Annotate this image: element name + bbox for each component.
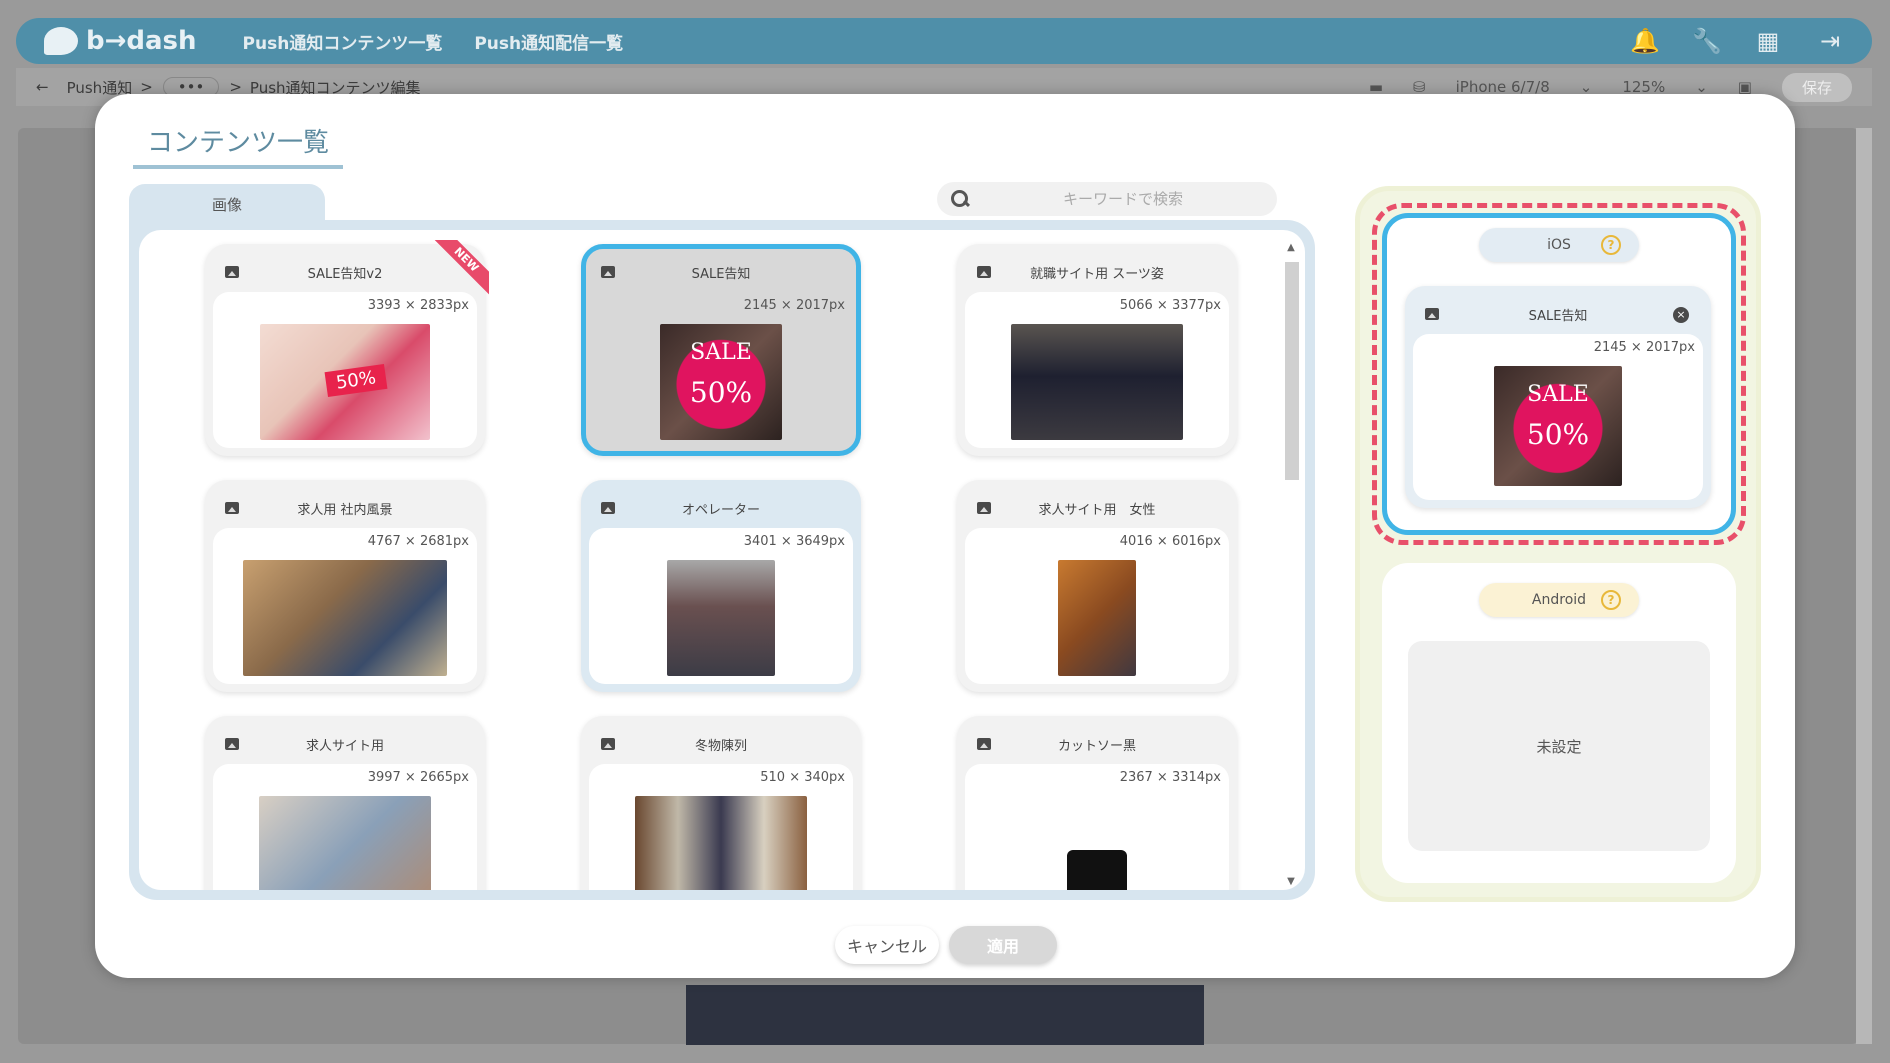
- content-card[interactable]: 求人サイト用 3997 × 2665px: [205, 716, 485, 890]
- save-button[interactable]: 保存: [1781, 72, 1852, 102]
- ios-label-text: iOS: [1547, 237, 1571, 253]
- card-size: 2367 × 3314px: [1119, 770, 1221, 785]
- empty-slot-text: 未設定: [1536, 737, 1582, 756]
- platform-preview-panel: iOS ? SALE告知 × 2145 × 2017px SALE 50% An…: [1355, 186, 1761, 902]
- card-thumbnail: 50%: [260, 324, 430, 440]
- android-slot[interactable]: Android ? 未設定: [1382, 563, 1736, 883]
- help-icon[interactable]: ?: [1601, 235, 1621, 255]
- card-name: カットソー黒: [1057, 738, 1136, 754]
- search-input[interactable]: [969, 190, 1277, 208]
- card-thumbnail: [259, 796, 431, 890]
- card-size: 2145 × 2017px: [1593, 340, 1695, 355]
- card-size: 3401 × 3649px: [743, 534, 845, 549]
- card-size: 5066 × 3377px: [1119, 298, 1221, 313]
- search-icon: [951, 190, 969, 208]
- card-thumbnail: [667, 560, 775, 676]
- card-name: 求人用 社内風景: [297, 502, 393, 518]
- grid-scrollbar[interactable]: ▲ ▼: [1283, 240, 1299, 890]
- thumb-sale-text: SALE: [690, 340, 752, 365]
- android-label-text: Android: [1531, 592, 1587, 608]
- content-card-selected[interactable]: SALE告知 2145 × 2017px SALE 50%: [581, 244, 861, 456]
- app-header: b→dash Push通知コンテンツ一覧 Push通知配信一覧 🔔 🔧 ▦ ⇥: [16, 18, 1872, 64]
- card-thumbnail: [1058, 560, 1136, 676]
- logo-bubble-icon: [44, 27, 78, 55]
- app-logo[interactable]: b→dash: [44, 26, 197, 56]
- scroll-up-icon[interactable]: ▲: [1283, 240, 1299, 256]
- content-card[interactable]: 求人用 社内風景 4767 × 2681px: [205, 480, 485, 692]
- card-thumbnail: [243, 560, 447, 676]
- nav-push-contents[interactable]: Push通知コンテンツ一覧: [243, 29, 443, 54]
- card-thumbnail: [1011, 324, 1183, 440]
- modal-title: コンテンツ一覧: [133, 122, 344, 169]
- card-size: 3393 × 2833px: [367, 298, 469, 313]
- card-thumbnail: [1067, 850, 1127, 890]
- card-size: 2145 × 2017px: [743, 298, 845, 313]
- cancel-button[interactable]: キャンセル: [835, 926, 939, 964]
- apply-button[interactable]: 適用: [949, 926, 1057, 964]
- tab-image[interactable]: 画像: [129, 184, 325, 224]
- editor-preview-block: [686, 985, 1204, 1045]
- content-card[interactable]: 求人サイト用 女性 4016 × 6016px: [957, 480, 1237, 692]
- card-name: 就職サイト用 スーツ姿: [1030, 266, 1164, 282]
- page-scrollbar[interactable]: [1856, 128, 1872, 1044]
- card-name: SALE告知v2: [307, 266, 383, 282]
- card-name: SALE告知: [691, 266, 751, 282]
- card-thumbnail: [635, 796, 807, 890]
- scroll-down-icon[interactable]: ▼: [1283, 874, 1299, 890]
- grid-icon[interactable]: ▦: [1754, 27, 1782, 55]
- card-name: SALE告知: [1528, 308, 1588, 324]
- card-size: 3997 × 2665px: [367, 770, 469, 785]
- card-thumbnail: SALE 50%: [660, 324, 782, 440]
- scroll-track[interactable]: [1283, 256, 1299, 866]
- ios-selected-card[interactable]: SALE告知 × 2145 × 2017px SALE 50%: [1405, 286, 1711, 508]
- card-name: 求人サイト用 女性: [1038, 502, 1156, 518]
- card-size: 510 × 340px: [760, 770, 845, 785]
- thumb-sale-percent: 50%: [1526, 418, 1590, 451]
- content-card[interactable]: オペレーター 3401 × 3649px: [581, 480, 861, 692]
- image-grid-panel: NEW SALE告知v2 3393 × 2833px 50% SALE告知 21…: [129, 220, 1315, 900]
- search-box[interactable]: [937, 182, 1277, 216]
- card-thumbnail: SALE 50%: [1494, 366, 1622, 486]
- card-name: オペレーター: [681, 502, 760, 518]
- thumb-sale-text: SALE: [1527, 382, 1589, 407]
- ios-label: iOS ?: [1479, 228, 1639, 262]
- ios-slot[interactable]: iOS ? SALE告知 × 2145 × 2017px SALE 50%: [1382, 213, 1736, 535]
- back-arrow-icon[interactable]: ←: [36, 78, 49, 96]
- image-grid: NEW SALE告知v2 3393 × 2833px 50% SALE告知 21…: [205, 240, 1237, 890]
- logout-icon[interactable]: ⇥: [1816, 27, 1844, 55]
- scroll-thumb[interactable]: [1285, 262, 1299, 480]
- content-card[interactable]: NEW SALE告知v2 3393 × 2833px 50%: [205, 240, 489, 456]
- help-icon[interactable]: ?: [1601, 590, 1621, 610]
- content-card[interactable]: カットソー黒 2367 × 3314px: [957, 716, 1237, 890]
- content-list-modal: コンテンツ一覧 画像 NEW SALE告知v2 3393 × 2833px: [95, 94, 1795, 978]
- close-icon[interactable]: ×: [1673, 307, 1689, 323]
- bell-icon[interactable]: 🔔: [1630, 27, 1660, 55]
- android-empty-slot[interactable]: 未設定: [1408, 641, 1710, 851]
- android-label: Android ?: [1479, 583, 1639, 617]
- thumb-tag-text: 50%: [324, 363, 388, 398]
- ios-highlight-frame: iOS ? SALE告知 × 2145 × 2017px SALE 50%: [1372, 203, 1746, 545]
- wrench-icon[interactable]: 🔧: [1692, 27, 1722, 55]
- content-card[interactable]: 冬物陳列 510 × 340px: [581, 716, 861, 890]
- card-name: 冬物陳列: [694, 738, 747, 754]
- image-grid-viewport: NEW SALE告知v2 3393 × 2833px 50% SALE告知 21…: [139, 230, 1305, 890]
- logo-text: b→dash: [86, 26, 197, 56]
- thumb-sale-percent: 50%: [689, 376, 753, 409]
- card-size: 4016 × 6016px: [1119, 534, 1221, 549]
- card-name: 求人サイト用: [305, 738, 384, 754]
- content-card[interactable]: 就職サイト用 スーツ姿 5066 × 3377px: [957, 244, 1237, 456]
- nav-push-delivery[interactable]: Push通知配信一覧: [474, 29, 623, 54]
- card-size: 4767 × 2681px: [367, 534, 469, 549]
